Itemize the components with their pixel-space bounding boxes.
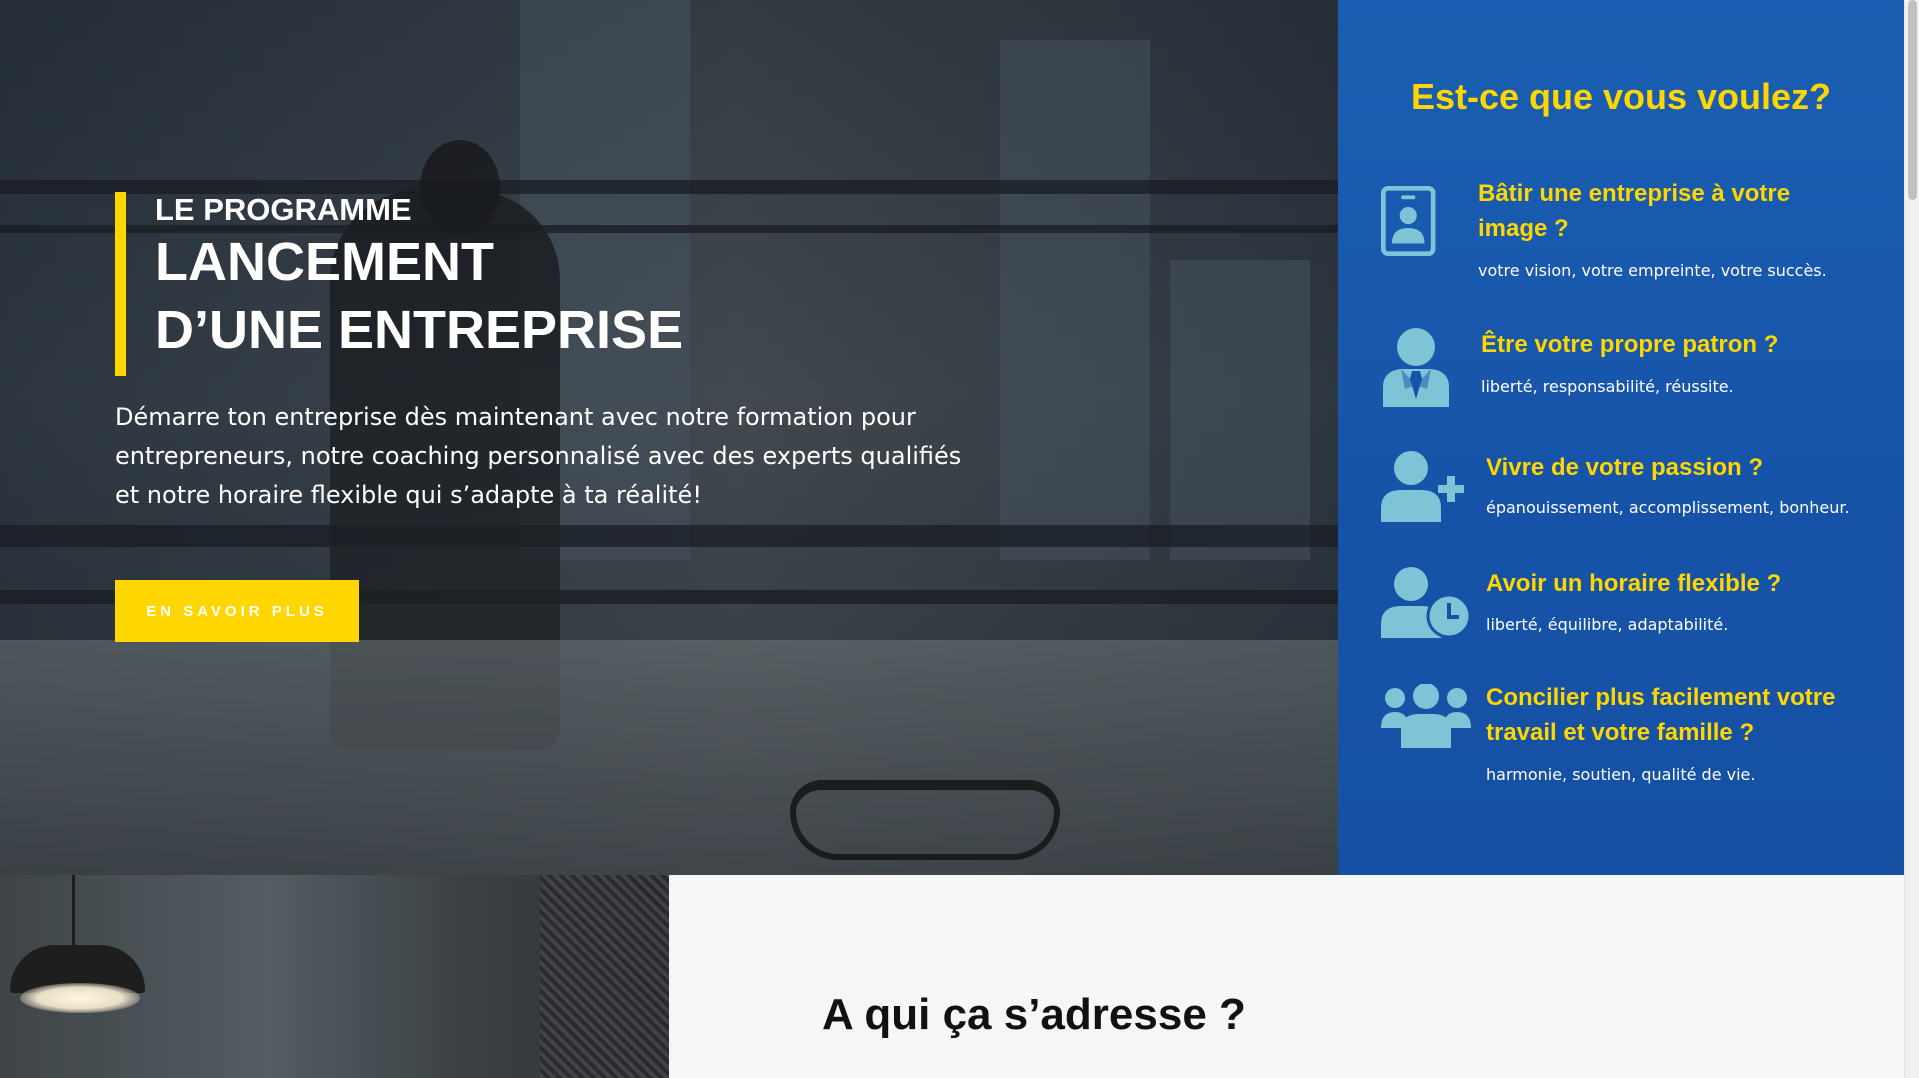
benefit-title: Concilier plus facilement votre travail …	[1486, 684, 1836, 746]
benefit-subtitle: harmonie, soutien, qualité de vie.	[1486, 765, 1756, 784]
id-badge-icon	[1381, 186, 1436, 256]
hero-title-block: LE PROGRAMME LANCEMENT D’UNE ENTREPRISE	[115, 192, 683, 376]
hero-description: Démarre ton entreprise dès maintenant av…	[115, 403, 962, 509]
benefit-item: Être votre propre patron ? liberté, resp…	[1381, 327, 1881, 417]
audience-section	[669, 875, 1904, 1078]
learn-more-button[interactable]: EN SAVOIR PLUS	[115, 580, 359, 642]
background-beam	[0, 525, 1338, 547]
benefit-subtitle: liberté, équilibre, adaptabilité.	[1486, 615, 1729, 634]
background-ceiling	[540, 875, 669, 1078]
benefit-title: Être votre propre patron ?	[1481, 331, 1779, 358]
lower-section-photo	[0, 875, 669, 1078]
benefits-panel: Est-ce que vous voulez? Bâtir une entrep…	[1338, 0, 1904, 875]
lamp-wire	[72, 875, 75, 945]
user-clock-icon	[1381, 567, 1471, 638]
hero-title-line1: LANCEMENT	[155, 232, 494, 292]
background-desk	[0, 640, 1338, 875]
benefit-item: Bâtir une entreprise à votre image ? vot…	[1381, 176, 1881, 296]
benefit-item: Concilier plus facilement votre travail …	[1381, 680, 1881, 790]
users-group-icon	[1381, 684, 1471, 748]
panel-title: Est-ce que vous voulez?	[1410, 76, 1832, 117]
audience-heading: A qui ça s’adresse ?	[822, 990, 1246, 1039]
hero-section: LE PROGRAMME LANCEMENT D’UNE ENTREPRISE …	[0, 0, 1338, 875]
benefit-subtitle: votre vision, votre empreinte, votre suc…	[1478, 261, 1827, 280]
lamp-light	[20, 983, 140, 1013]
benefit-title: Vivre de votre passion ?	[1486, 454, 1763, 481]
benefit-item: Avoir un horaire flexible ? liberté, équ…	[1381, 566, 1881, 646]
benefit-item: Vivre de votre passion ? épanouissement,…	[1381, 450, 1881, 530]
hero-kicker: LE PROGRAMME	[155, 192, 412, 227]
hero-title-line2: D’UNE ENTREPRISE	[155, 300, 684, 360]
businessman-icon	[1383, 328, 1449, 407]
background-building	[1000, 40, 1150, 560]
benefit-subtitle: liberté, responsabilité, réussite.	[1481, 377, 1734, 396]
benefit-subtitle: épanouissement, accomplissement, bonheur…	[1486, 498, 1850, 517]
vertical-scrollbar[interactable]	[1904, 0, 1919, 1078]
user-plus-icon	[1381, 451, 1464, 522]
background-glasses	[790, 780, 1060, 860]
benefit-title: Bâtir une entreprise à votre image ?	[1478, 180, 1791, 242]
scrollbar-thumb[interactable]	[1908, 0, 1917, 200]
background-building	[1170, 260, 1310, 560]
benefit-title: Avoir un horaire flexible ?	[1486, 570, 1782, 597]
